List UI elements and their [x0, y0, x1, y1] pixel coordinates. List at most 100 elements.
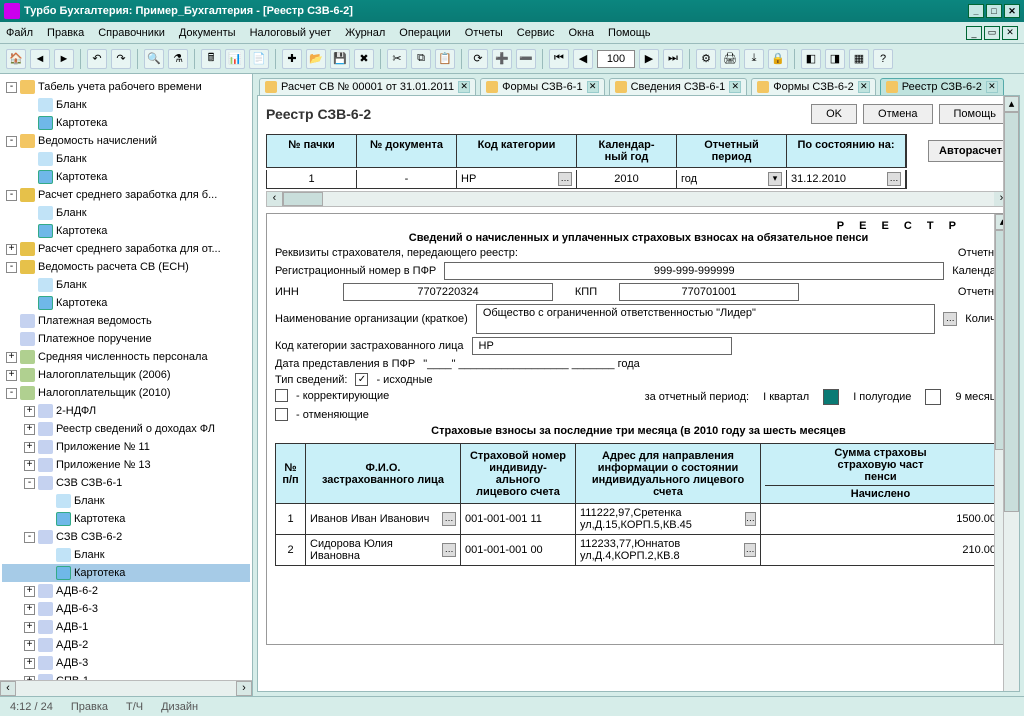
home-icon[interactable]: 🏠: [6, 49, 26, 69]
tree-item[interactable]: Бланк: [2, 546, 250, 564]
expand-icon[interactable]: +: [6, 244, 17, 255]
expand-icon[interactable]: +: [24, 586, 35, 597]
chart-icon[interactable]: 📊: [225, 49, 245, 69]
open-icon[interactable]: 📂: [306, 49, 326, 69]
hval[interactable]: 1: [267, 170, 357, 188]
mdi-close-button[interactable]: ✕: [1002, 26, 1018, 40]
reg-field[interactable]: 999-999-999999: [444, 262, 944, 280]
autocalc-button[interactable]: Авторасчет: [928, 140, 1013, 162]
help-button[interactable]: Помощь: [939, 104, 1012, 124]
ellipsis-icon[interactable]: …: [745, 512, 756, 526]
hval[interactable]: НР…: [457, 170, 577, 188]
tree-item[interactable]: -СЗВ СЗВ-6-1: [2, 474, 250, 492]
tree-item[interactable]: Картотека: [2, 294, 250, 312]
tree-item[interactable]: Картотека: [2, 510, 250, 528]
prev-icon[interactable]: ◀: [573, 49, 593, 69]
scroll-right-icon[interactable]: ›: [236, 681, 252, 696]
tree-item[interactable]: Бланк: [2, 492, 250, 510]
fwd-icon[interactable]: ►: [54, 49, 74, 69]
org-field[interactable]: Общество с ограниченной ответственностью…: [476, 304, 935, 334]
first-icon[interactable]: ⏮: [549, 49, 569, 69]
tree-item[interactable]: Картотека: [2, 564, 250, 582]
tab[interactable]: Реестр СЗВ-6-2✕: [880, 78, 1004, 95]
new-icon[interactable]: ✚: [282, 49, 302, 69]
tree-item[interactable]: Платежное поручение: [2, 330, 250, 348]
gear-icon[interactable]: ⚙: [696, 49, 716, 69]
hval[interactable]: 31.12.2010…: [787, 170, 906, 188]
menu-журнал[interactable]: Журнал: [345, 27, 385, 39]
misc1-icon[interactable]: ◧: [801, 49, 821, 69]
mdi-restore-button[interactable]: ▭: [984, 26, 1000, 40]
menu-операции[interactable]: Операции: [399, 27, 450, 39]
doc-icon[interactable]: 📄: [249, 49, 269, 69]
menu-сервис[interactable]: Сервис: [517, 27, 555, 39]
tree-item[interactable]: Картотека: [2, 222, 250, 240]
tree-item[interactable]: +2-НДФЛ: [2, 402, 250, 420]
menu-документы[interactable]: Документы: [179, 27, 236, 39]
plus-icon[interactable]: ➕: [492, 49, 512, 69]
expand-icon[interactable]: -: [6, 82, 17, 93]
menu-налоговый учет[interactable]: Налоговый учет: [250, 27, 332, 39]
tab-close-icon[interactable]: ✕: [587, 81, 599, 93]
tab-close-icon[interactable]: ✕: [986, 81, 998, 93]
calc-icon[interactable]: 🖩: [201, 49, 221, 69]
expand-icon[interactable]: -: [6, 190, 17, 201]
expand-icon[interactable]: -: [6, 388, 17, 399]
misc2-icon[interactable]: ◨: [825, 49, 845, 69]
kpp-field[interactable]: 770701001: [619, 283, 799, 301]
expand-icon[interactable]: -: [6, 262, 17, 273]
period-h1-indicator[interactable]: [925, 389, 941, 405]
tab[interactable]: Формы СЗВ-6-1✕: [480, 78, 605, 95]
tree-item[interactable]: +АДВ-3: [2, 654, 250, 672]
undo-icon[interactable]: ↶: [87, 49, 107, 69]
expand-icon[interactable]: +: [6, 370, 17, 381]
copy-icon[interactable]: ⧉: [411, 49, 431, 69]
export-icon[interactable]: ⤓: [744, 49, 764, 69]
tree-item[interactable]: +АДВ-1: [2, 618, 250, 636]
hval[interactable]: 2010: [577, 170, 677, 188]
help-icon[interactable]: ?: [873, 49, 893, 69]
tree-item[interactable]: Бланк: [2, 150, 250, 168]
expand-icon[interactable]: +: [24, 604, 35, 615]
tree-item[interactable]: Картотека: [2, 168, 250, 186]
tree-item[interactable]: Бланк: [2, 96, 250, 114]
tree-item[interactable]: +АДВ-6-3: [2, 600, 250, 618]
zoom-input[interactable]: [597, 50, 635, 68]
save-icon[interactable]: 💾: [330, 49, 350, 69]
hval[interactable]: -: [357, 170, 457, 188]
lock-icon[interactable]: 🔒: [768, 49, 788, 69]
tab[interactable]: Сведения СЗВ-6-1✕: [609, 78, 748, 95]
expand-icon[interactable]: -: [24, 478, 35, 489]
menu-файл[interactable]: Файл: [6, 27, 33, 39]
next-icon[interactable]: ▶: [639, 49, 659, 69]
cancel-button[interactable]: Отмена: [863, 104, 932, 124]
tab[interactable]: Расчет СВ № 00001 от 31.01.2011✕: [259, 78, 476, 95]
back-icon[interactable]: ◄: [30, 49, 50, 69]
code-field[interactable]: НР: [472, 337, 732, 355]
tree-item[interactable]: -Ведомость расчета СВ (ЕСН): [2, 258, 250, 276]
minus-icon[interactable]: ➖: [516, 49, 536, 69]
tree-item[interactable]: Бланк: [2, 204, 250, 222]
expand-icon[interactable]: -: [6, 136, 17, 147]
tree-item[interactable]: Платежная ведомость: [2, 312, 250, 330]
checkbox-otm[interactable]: [275, 408, 288, 421]
scroll-left-icon[interactable]: ‹: [267, 192, 283, 206]
tree-item[interactable]: +Реестр сведений о доходах ФЛ: [2, 420, 250, 438]
table-row[interactable]: 2Сидорова Юлия Ивановна …001-001-001 001…: [276, 534, 1001, 565]
expand-icon[interactable]: +: [24, 640, 35, 651]
menu-правка[interactable]: Правка: [47, 27, 84, 39]
tab-close-icon[interactable]: ✕: [729, 81, 741, 93]
expand-icon[interactable]: +: [24, 442, 35, 453]
ok-button[interactable]: OK: [811, 104, 857, 124]
minimize-button[interactable]: _: [968, 4, 984, 18]
tree-item[interactable]: -Расчет среднего заработка для б...: [2, 186, 250, 204]
scroll-up-icon[interactable]: ▴: [1004, 96, 1019, 112]
tab-close-icon[interactable]: ✕: [858, 81, 870, 93]
tree-item[interactable]: +Налогоплательщик (2006): [2, 366, 250, 384]
ellipsis-icon[interactable]: …: [887, 172, 901, 186]
tree-item[interactable]: +АДВ-6-2: [2, 582, 250, 600]
tree-item[interactable]: Картотека: [2, 114, 250, 132]
last-icon[interactable]: ⏭: [663, 49, 683, 69]
menu-справочники[interactable]: Справочники: [98, 27, 165, 39]
cut-icon[interactable]: ✂: [387, 49, 407, 69]
